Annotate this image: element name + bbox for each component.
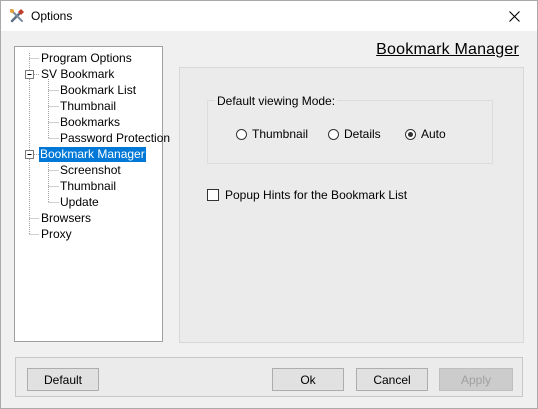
cancel-button[interactable]: Cancel [356, 368, 428, 391]
apply-button[interactable]: Apply [439, 368, 513, 391]
tree-item-password-protection[interactable]: Password Protection [59, 131, 171, 146]
tree-item-browsers[interactable]: Browsers [40, 211, 92, 226]
radio-details[interactable]: Details [328, 127, 381, 141]
tree-item-bookmark-list[interactable]: Bookmark List [59, 83, 137, 98]
tools-icon [9, 8, 25, 24]
tree-item-bookmarks[interactable]: Bookmarks [59, 115, 121, 130]
tree-item-bookmark-manager[interactable]: Bookmark Manager [39, 147, 146, 162]
options-window: Options Program Options SV Bookmark Book… [0, 0, 538, 409]
tree-item-thumbnail-2[interactable]: Thumbnail [59, 179, 117, 194]
radio-details-label: Details [344, 127, 381, 141]
page-title: Bookmark Manager [376, 41, 519, 58]
radio-checked-icon [405, 128, 416, 140]
options-tree[interactable]: Program Options SV Bookmark Bookmark Lis… [14, 46, 170, 342]
close-icon [508, 10, 520, 22]
title-bar: Options [1, 1, 537, 31]
window-title: Options [31, 9, 73, 23]
radio-auto[interactable]: Auto [405, 127, 446, 141]
radio-thumbnail-label: Thumbnail [252, 127, 309, 141]
tree-item-screenshot[interactable]: Screenshot [59, 163, 122, 178]
tree-item-proxy[interactable]: Proxy [40, 227, 73, 242]
tree-item-update[interactable]: Update [59, 195, 100, 210]
radio-unchecked-icon [236, 128, 247, 140]
radio-auto-label: Auto [421, 127, 446, 141]
viewing-mode-label: Default viewing Mode: [215, 94, 338, 108]
tree-item-thumbnail[interactable]: Thumbnail [59, 99, 117, 114]
ok-button[interactable]: Ok [272, 368, 344, 391]
radio-thumbnail[interactable]: Thumbnail [236, 127, 308, 141]
tree-item-program-options[interactable]: Program Options [40, 51, 133, 66]
radio-unchecked-icon [328, 128, 339, 140]
close-button[interactable] [491, 1, 537, 31]
popup-hints-label: Popup Hints for the Bookmark List [225, 188, 408, 202]
default-button[interactable]: Default [27, 368, 99, 391]
tree-item-sv-bookmark[interactable]: SV Bookmark [40, 67, 115, 82]
checkbox-unchecked-icon [207, 189, 219, 201]
popup-hints-checkbox[interactable]: Popup Hints for the Bookmark List [207, 188, 407, 202]
